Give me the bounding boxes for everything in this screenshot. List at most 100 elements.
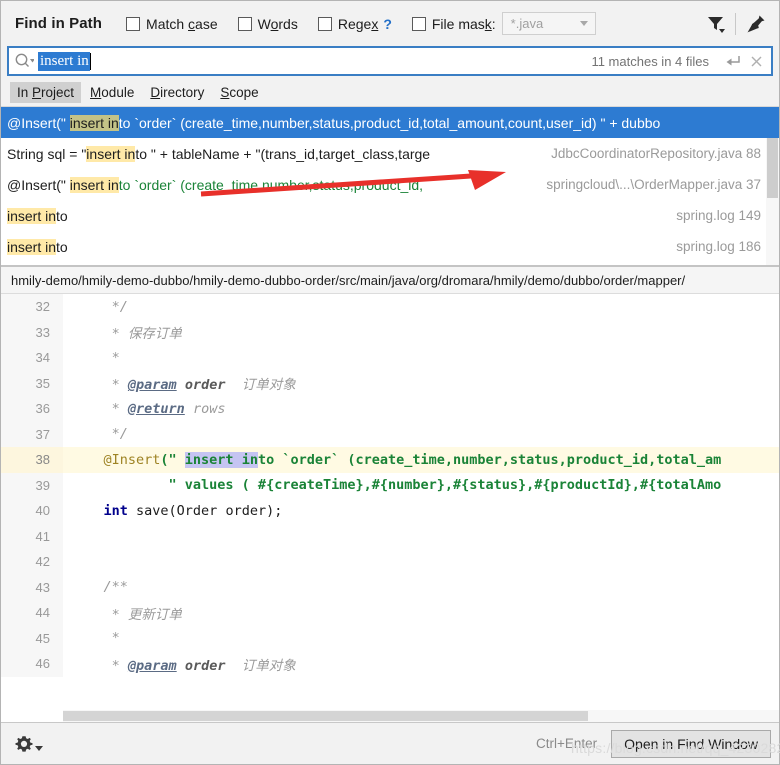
- table-row[interactable]: insert into spring.log 186: [1, 231, 779, 262]
- code-line: 43 /**: [1, 574, 779, 600]
- code-token: *: [71, 630, 120, 647]
- code-preview-area[interactable]: 32 */33 * 保存订单 34 * 35 * @param order 订单对象…: [1, 294, 779, 722]
- code-horizontal-scrollbar[interactable]: [63, 710, 779, 722]
- result-segment: String sql = ": [7, 145, 87, 162]
- line-number: 39: [1, 472, 63, 498]
- tab-in-project[interactable]: In Project: [10, 81, 82, 103]
- result-segment: to: [56, 238, 68, 255]
- line-number: 38: [1, 447, 63, 473]
- code-token: 保存订单: [127, 326, 182, 343]
- code-text: * @param order 订单对象: [63, 654, 296, 674]
- code-token: int: [71, 502, 128, 519]
- code-token: 订单对象: [225, 377, 296, 394]
- regex-checkbox[interactable]: [317, 16, 332, 31]
- result-text: String sql = "insert into " + tableName …: [7, 145, 431, 162]
- code-line: 45 *: [1, 625, 779, 651]
- gear-dropdown-caret-icon[interactable]: [35, 745, 43, 751]
- result-file-location: spring.log 149: [676, 208, 761, 223]
- code-token: 订单对象: [225, 657, 296, 674]
- new-line-icon[interactable]: [722, 50, 744, 72]
- code-text: *: [63, 350, 120, 366]
- code-token: @Insert: [71, 451, 161, 468]
- file-mask-checkbox-group[interactable]: File mask: *.java: [411, 12, 596, 35]
- code-token: *: [71, 326, 128, 343]
- match-highlight: insert in: [7, 207, 57, 224]
- table-row[interactable]: String sql = "insert into " + tableName …: [1, 138, 779, 169]
- line-number: 36: [1, 396, 63, 422]
- code-token: *: [71, 400, 128, 417]
- result-text: @Insert(" insert into `order` (create_ti…: [7, 176, 424, 193]
- chevron-down-icon: [579, 21, 588, 26]
- line-number: 40: [1, 498, 63, 524]
- gear-icon[interactable]: [13, 733, 43, 755]
- code-line: 32 */: [1, 294, 779, 320]
- line-number: 35: [1, 370, 63, 396]
- code-text: * @param order 订单对象: [63, 373, 296, 393]
- match-case-checkbox[interactable]: [126, 16, 141, 31]
- search-results-list[interactable]: @Insert(" insert into `order` (create_ti…: [1, 106, 779, 265]
- filter-icon[interactable]: [702, 11, 728, 37]
- pin-icon[interactable]: [743, 11, 769, 37]
- line-number: 41: [1, 523, 63, 549]
- match-highlight: insert in: [7, 238, 57, 255]
- results-scrollbar-thumb[interactable]: [767, 138, 778, 198]
- toolbar-divider: [735, 12, 736, 35]
- tab-module[interactable]: Module: [83, 82, 141, 103]
- code-line: 41: [1, 523, 779, 549]
- code-token: order: [176, 657, 226, 674]
- file-mask-value: *.java: [510, 16, 544, 31]
- code-token: order: [176, 377, 226, 394]
- regex-help-link[interactable]: ?: [383, 16, 392, 32]
- table-row[interactable]: @Insert(" insert into `order` (create_ti…: [1, 169, 779, 200]
- line-number: 42: [1, 549, 63, 575]
- close-icon[interactable]: [745, 50, 767, 72]
- code-token: *: [71, 349, 120, 366]
- code-line: 34 *: [1, 345, 779, 371]
- find-in-path-dialog: Find in Path Match case Words Regex ? Fi…: [0, 0, 780, 765]
- file-mask-checkbox[interactable]: [411, 16, 426, 31]
- code-text: int save(Order order);: [63, 502, 283, 519]
- words-label: Words: [257, 15, 298, 32]
- code-scrollbar-thumb[interactable]: [63, 711, 588, 721]
- result-segment: to `order` (create_time,number,status,pr…: [118, 176, 424, 193]
- code-text: " values ( #{createTime},#{number},#{sta…: [63, 477, 722, 493]
- words-checkbox-group[interactable]: Words: [237, 15, 298, 32]
- match-count-label: 11 matches in 4 files: [591, 53, 709, 69]
- match-case-checkbox-group[interactable]: Match case: [126, 16, 218, 32]
- search-field-wrapper: insert in 11 matches in 4 files: [1, 46, 779, 78]
- results-vertical-scrollbar[interactable]: [766, 138, 779, 265]
- code-token: 更新订单: [127, 606, 182, 623]
- search-input[interactable]: insert in 11 matches in 4 files: [7, 46, 773, 76]
- result-segment: to " + tableName + "(trans_id,target_cla…: [135, 145, 431, 162]
- code-token: @param: [127, 657, 177, 674]
- file-mask-dropdown[interactable]: *.java: [501, 12, 596, 35]
- line-number: 32: [1, 294, 63, 320]
- result-file-location: springcloud\...\OrderMapper.java 37: [546, 177, 761, 192]
- scope-tabs: In Project Module Directory Scope: [1, 78, 779, 106]
- match-selection: insert in: [184, 451, 258, 468]
- regex-label: Regex: [337, 15, 379, 32]
- words-checkbox[interactable]: [237, 16, 252, 31]
- code-text: */: [63, 426, 128, 442]
- line-number: 44: [1, 600, 63, 626]
- open-in-find-window-button[interactable]: Open in Find Window: [611, 729, 771, 758]
- code-token: (": [160, 451, 185, 468]
- search-icon[interactable]: [14, 52, 34, 70]
- code-line: 42: [1, 549, 779, 575]
- tab-scope[interactable]: Scope: [213, 82, 265, 103]
- code-line: 39 " values ( #{createTime},#{number},#{…: [1, 472, 779, 498]
- shortcut-hint: Ctrl+Enter: [536, 736, 598, 751]
- tab-directory[interactable]: Directory: [143, 82, 211, 103]
- result-segment: @Insert(": [7, 176, 70, 193]
- code-line: 37 */: [1, 421, 779, 447]
- code-line: 36 * @return rows: [1, 396, 779, 422]
- result-segment: @Insert(": [7, 114, 70, 131]
- result-file-location: JdbcCoordinatorRepository.java 88: [551, 146, 761, 161]
- table-row[interactable]: insert into spring.log 149: [1, 200, 779, 231]
- table-row[interactable]: @Insert(" insert into `order` (create_ti…: [1, 107, 779, 138]
- match-highlight: insert in: [69, 176, 119, 193]
- code-line: 33 * 保存订单: [1, 319, 779, 345]
- code-line: 38 @Insert(" insert into `order` (create…: [1, 447, 779, 473]
- result-text: @Insert(" insert into `order` (create_ti…: [7, 114, 660, 131]
- regex-checkbox-group[interactable]: Regex ?: [317, 15, 392, 32]
